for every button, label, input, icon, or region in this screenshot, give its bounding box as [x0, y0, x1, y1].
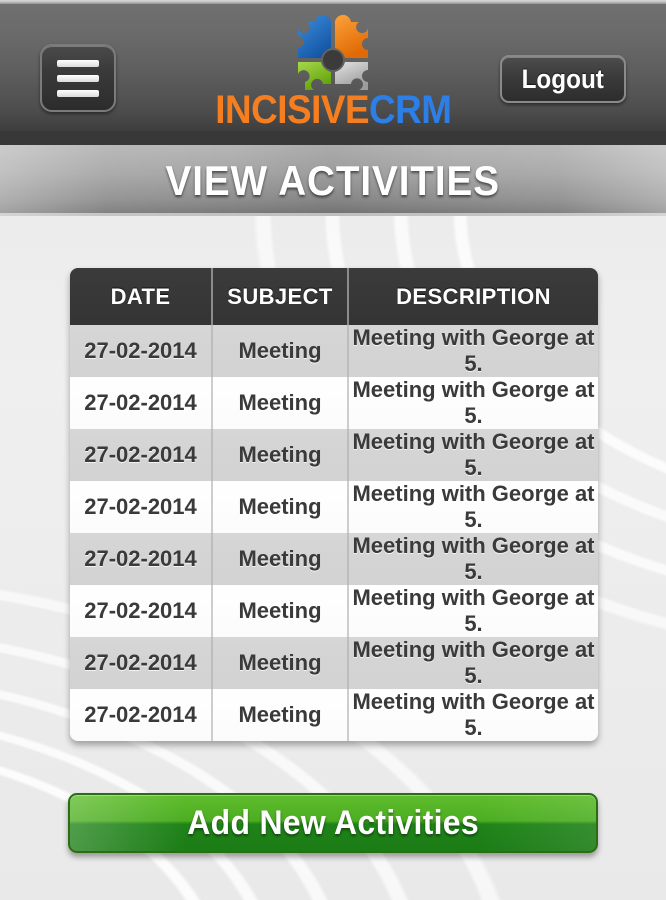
table-row[interactable]: 27-02-2014 Meeting Meeting with George at … [70, 637, 598, 689]
cell-description: Meeting with George at 5. [348, 637, 598, 689]
activities-table: DATE SUBJECT DESCRIPTION 27-02-2014 Meeti… [70, 268, 598, 741]
cell-description: Meeting with George at 5. [348, 585, 598, 637]
table-row[interactable]: 27-02-2014 Meeting Meeting with George at … [70, 533, 598, 585]
cell-date: 27-02-2014 [70, 481, 213, 533]
table-row[interactable]: 27-02-2014 Meeting Meeting with George at … [70, 689, 598, 741]
cell-date: 27-02-2014 [70, 377, 213, 429]
table-row[interactable]: 27-02-2014 Meeting Meeting with George at … [70, 325, 598, 377]
add-new-activities-button-label: Add New Activities [187, 803, 479, 842]
menu-button[interactable] [40, 44, 116, 112]
page-title-bar: VIEW ACTIVITIES [0, 145, 666, 216]
cell-date: 27-02-2014 [70, 585, 213, 637]
status-sliver [0, 0, 666, 4]
cell-subject: Meeting [212, 481, 349, 533]
table-header-row: DATE SUBJECT DESCRIPTION [70, 268, 598, 325]
table-row[interactable]: 27-02-2014 Meeting Meeting with George at … [70, 377, 598, 429]
cell-subject: Meeting [212, 325, 349, 377]
brand-name-secondary: CRM [368, 88, 452, 132]
cell-date: 27-02-2014 [70, 637, 213, 689]
brand-name-primary: INCISIVE [214, 88, 369, 132]
cell-description: Meeting with George at 5. [348, 533, 598, 585]
logout-button[interactable]: Logout [500, 55, 626, 103]
cell-subject: Meeting [212, 585, 349, 637]
table-row[interactable]: 27-02-2014 Meeting Meeting with George at … [70, 585, 598, 637]
cell-subject: Meeting [212, 637, 349, 689]
activities-table-container: DATE SUBJECT DESCRIPTION 27-02-2014 Meeti… [70, 268, 598, 741]
column-header-subject[interactable]: SUBJECT [212, 268, 349, 325]
cell-subject: Meeting [212, 689, 349, 741]
cell-date: 27-02-2014 [70, 533, 213, 585]
cell-description: Meeting with George at 5. [348, 481, 598, 533]
logout-button-label: Logout [521, 63, 605, 94]
table-body: 27-02-2014 Meeting Meeting with George at … [70, 325, 598, 741]
cell-date: 27-02-2014 [70, 429, 213, 481]
cell-date: 27-02-2014 [70, 689, 213, 741]
column-header-description[interactable]: DESCRIPTION [348, 268, 598, 325]
cell-description: Meeting with George at 5. [348, 429, 598, 481]
table-row[interactable]: 27-02-2014 Meeting Meeting with George at … [70, 429, 598, 481]
app-screen: INCISIVECRM Logout VIEW ACTIVITIES DATE … [0, 0, 666, 900]
brand-wordmark: INCISIVECRM [214, 88, 452, 132]
hamburger-menu-icon-bar-1 [57, 59, 99, 67]
cell-subject: Meeting [212, 533, 349, 585]
table-head: DATE SUBJECT DESCRIPTION [70, 268, 598, 325]
page-title: VIEW ACTIVITIES [165, 156, 501, 204]
cell-date: 27-02-2014 [70, 325, 213, 377]
add-new-activities-button[interactable]: Add New Activities [68, 793, 598, 853]
table-row[interactable]: 27-02-2014 Meeting Meeting with George at … [70, 481, 598, 533]
cell-description: Meeting with George at 5. [348, 377, 598, 429]
cell-description: Meeting with George at 5. [348, 325, 598, 377]
cell-description: Meeting with George at 5. [348, 689, 598, 741]
cell-subject: Meeting [212, 377, 349, 429]
hamburger-menu-icon-bar-3 [57, 89, 99, 97]
hamburger-menu-icon-bar-2 [57, 74, 99, 82]
cell-subject: Meeting [212, 429, 349, 481]
puzzle-gear-icon [298, 14, 368, 90]
column-header-date[interactable]: DATE [70, 268, 213, 325]
app-header: INCISIVECRM Logout [0, 4, 666, 145]
